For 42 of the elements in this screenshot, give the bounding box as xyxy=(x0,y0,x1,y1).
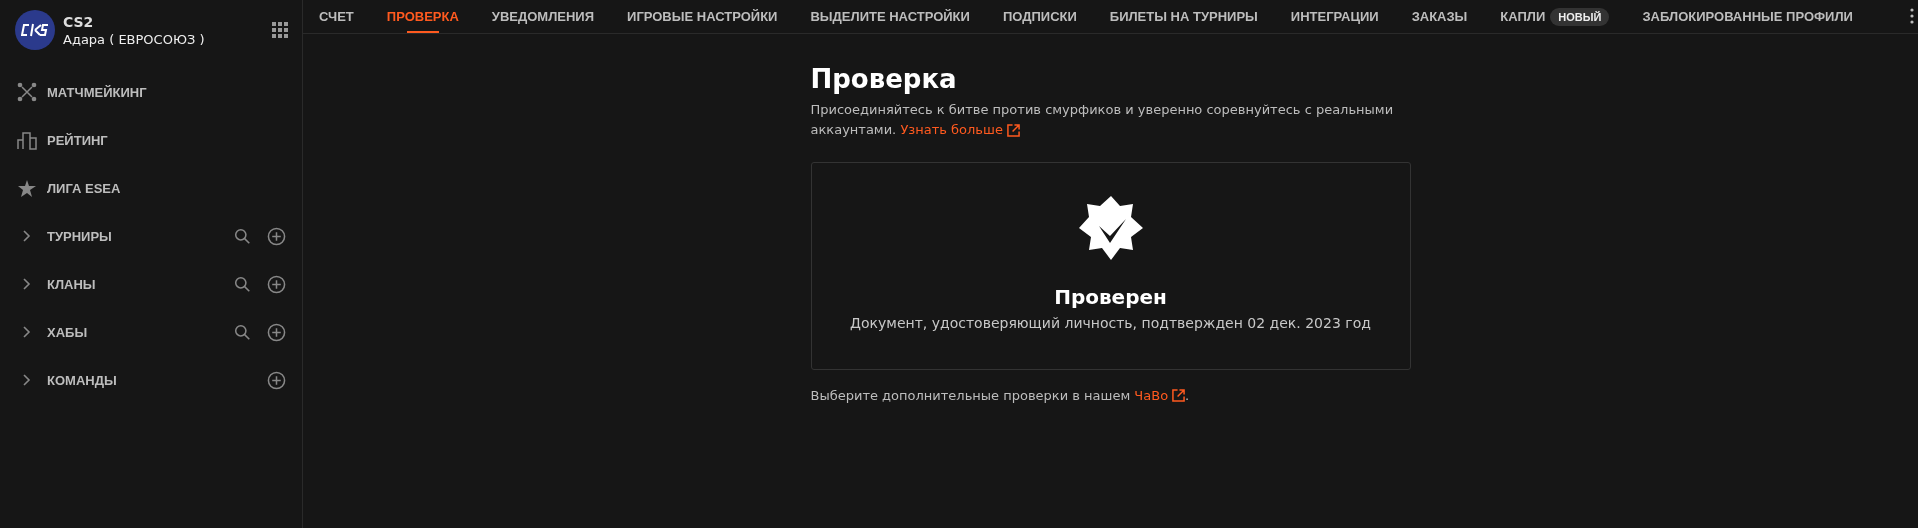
add-icon[interactable] xyxy=(267,322,286,342)
sidebar-item[interactable]: РЕЙТИНГ xyxy=(0,116,302,164)
sidebar-item[interactable]: МАТЧМЕЙКИНГ xyxy=(0,68,302,116)
faq-link[interactable]: ЧаВо xyxy=(1134,388,1186,403)
search-icon[interactable] xyxy=(234,275,251,293)
tab[interactable]: ВЫДЕЛИТЕ НАСТРОЙКИ xyxy=(799,0,981,33)
sidebar-item[interactable]: ЛИГА ESEA xyxy=(0,164,302,212)
intro-text: Присоединяйтесь к битве против смурфиков и уверенно соревнуйтесь с реальными аккаунтами. Узнать больше xyxy=(810,100,1411,140)
sidebar-item[interactable]: КОМАНДЫ xyxy=(0,356,302,404)
tab[interactable]: КАПЛИ НОВЫЙ xyxy=(1489,0,1621,33)
tab[interactable]: ИГРОВЫЕ НАСТРОЙКИ xyxy=(616,0,789,33)
search-icon[interactable] xyxy=(234,227,251,245)
search-icon[interactable] xyxy=(234,323,251,341)
region-label: Адара ( ЕВРОСОЮЗ ) xyxy=(63,31,206,47)
external-link-icon xyxy=(1172,389,1186,402)
learn-more-link[interactable]: Узнать больше xyxy=(900,120,1020,140)
external-link-icon xyxy=(1006,123,1020,137)
game-title: CS2 xyxy=(63,13,95,30)
tab[interactable]: ПОДПИСКИ xyxy=(991,0,1088,33)
status-text: Проверен xyxy=(1054,285,1167,309)
tab[interactable]: ЗАБЛОКИРОВАННЫЕ ПРОФИЛИ xyxy=(1631,0,1864,33)
page-title: Проверка xyxy=(810,64,958,94)
faq-text: Выберите дополнительные проверки в нашем ЧаВо . xyxy=(810,388,1191,403)
tab[interactable]: ЗАКАЗЫ xyxy=(1400,0,1479,33)
tab[interactable]: ИНТЕГРАЦИИ xyxy=(1279,0,1390,33)
game-logo xyxy=(15,10,55,50)
tab[interactable]: ПРОВЕРКА xyxy=(375,0,470,33)
tab[interactable]: УВЕДОМЛЕНИЯ xyxy=(480,0,606,33)
star-icon xyxy=(17,178,37,198)
sidebar-item[interactable]: ТУРНИРЫ xyxy=(0,212,302,260)
sidebar-item[interactable]: КЛАНЫ xyxy=(0,260,302,308)
add-icon[interactable] xyxy=(267,370,286,390)
status-detail: Документ, удостоверяющий личность, подтвержден 02 дек. 2023 год xyxy=(850,315,1371,331)
tab[interactable]: СЧЕТ xyxy=(308,0,365,33)
tab[interactable]: БИЛЕТЫ НА ТУРНИРЫ xyxy=(1098,0,1269,33)
new-badge: НОВЫЙ xyxy=(1550,7,1610,26)
apps-grid-icon[interactable] xyxy=(272,22,288,38)
podium-icon xyxy=(17,130,37,150)
sidebar-item[interactable]: ХАБЫ xyxy=(0,308,302,356)
add-icon[interactable] xyxy=(267,226,286,246)
cross-dots-icon xyxy=(17,82,37,102)
add-icon[interactable] xyxy=(267,274,286,294)
